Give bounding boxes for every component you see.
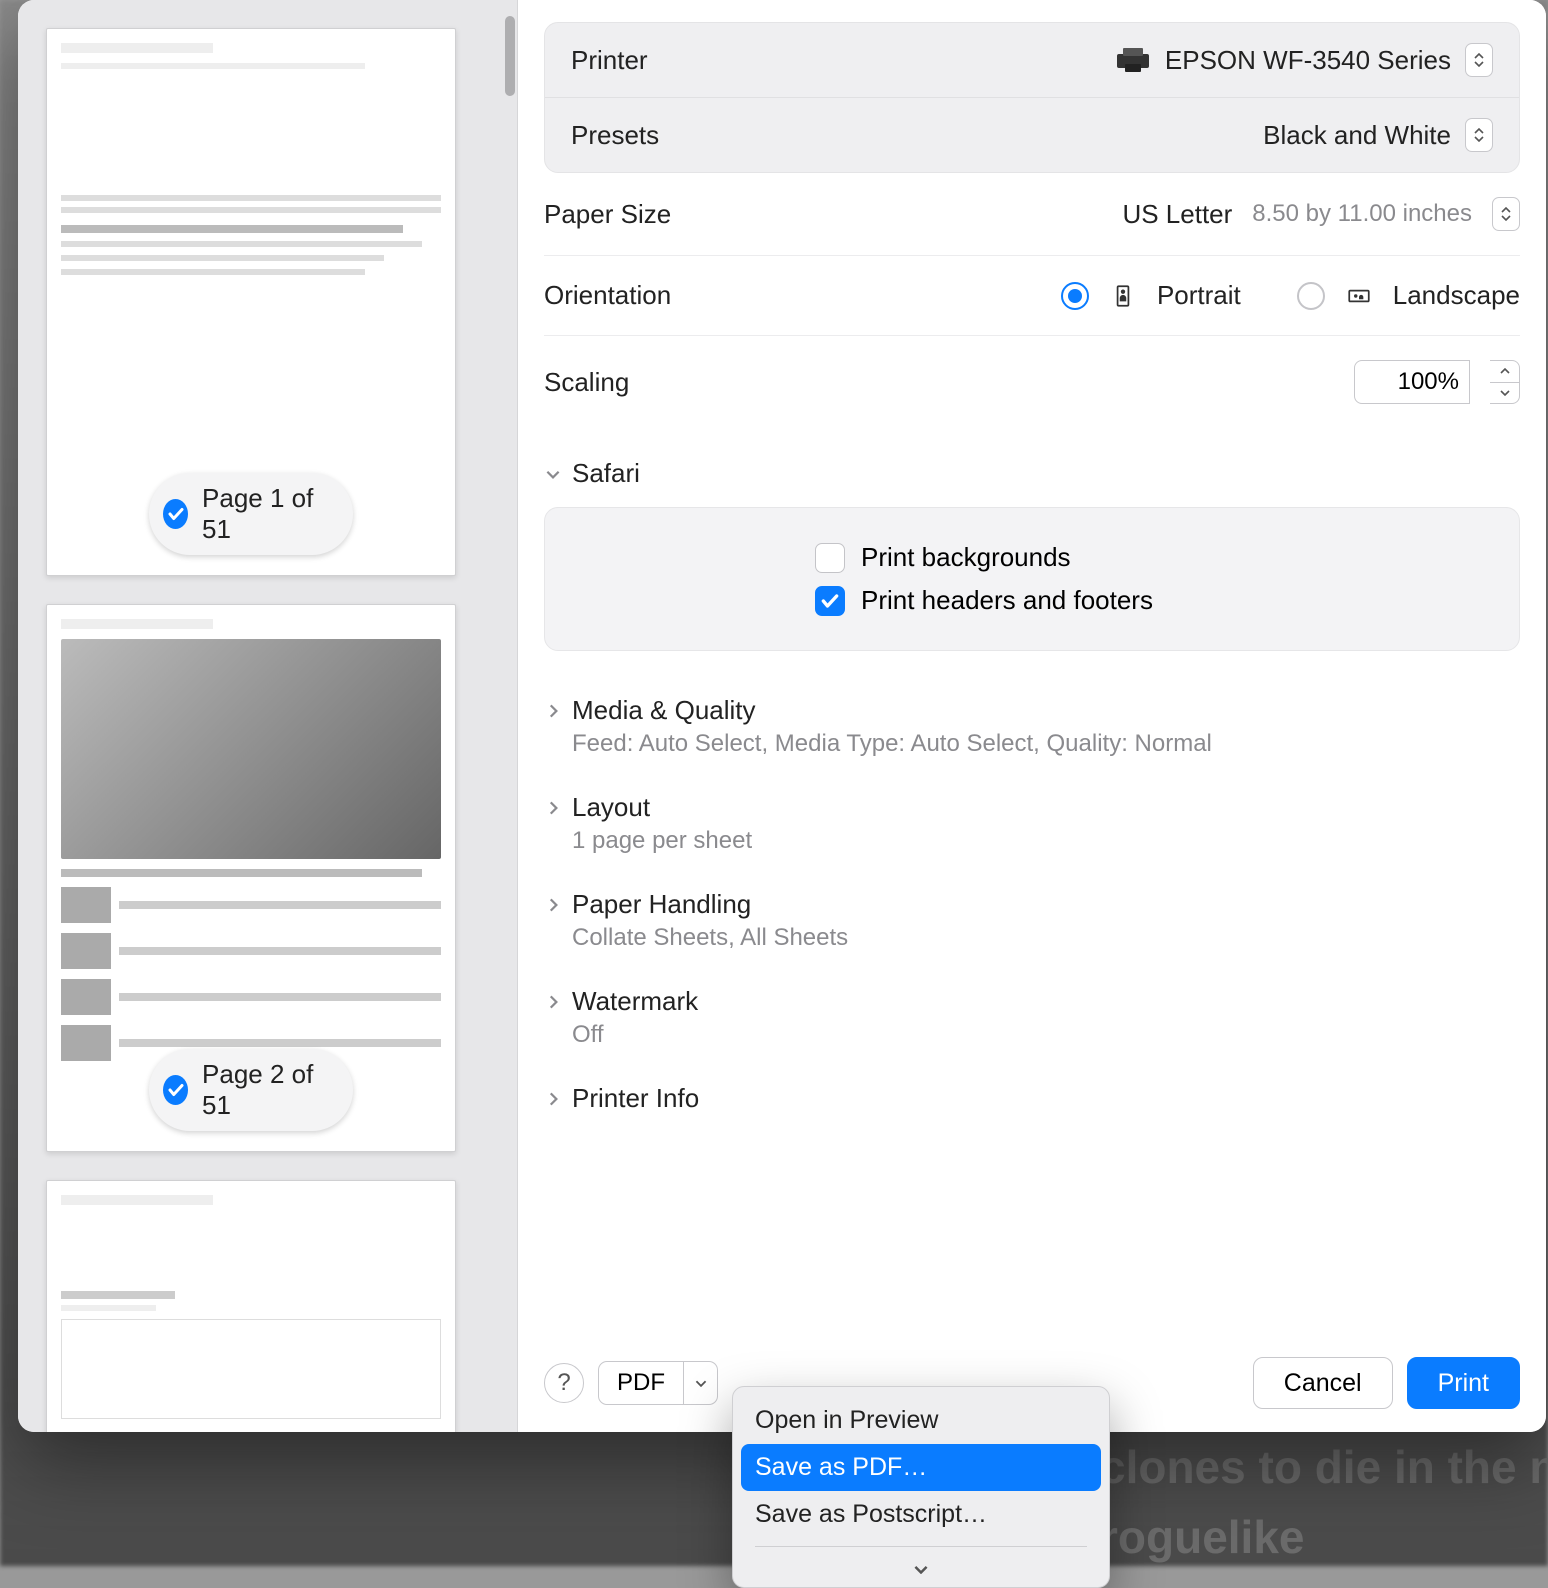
orientation-label: Orientation (544, 280, 804, 311)
sidebar-scrollbar[interactable] (505, 16, 515, 96)
paper-size-value: US Letter (1122, 199, 1232, 230)
thumbnail-content (47, 605, 455, 1075)
pdf-menu-button[interactable]: PDF (598, 1361, 718, 1405)
paper-size-label: Paper Size (544, 199, 804, 230)
print-settings-panel: Printer EPSON WF-3540 Series Presets (518, 0, 1546, 1432)
cancel-button[interactable]: Cancel (1253, 1357, 1393, 1409)
page-badge-label: Page 1 of 51 (202, 483, 325, 545)
safari-title: Safari (572, 458, 640, 489)
watermark-section: Watermark Off (544, 970, 1520, 1067)
safari-options: Print backgrounds Print headers and foot… (544, 507, 1520, 651)
print-headers-checkbox[interactable] (815, 586, 845, 616)
background-text-2: roguelike (1100, 1510, 1305, 1564)
stepper-icon (1465, 43, 1493, 77)
landscape-label: Landscape (1393, 280, 1520, 311)
check-icon (163, 1075, 188, 1105)
printer-info-toggle[interactable]: Printer Info (544, 1083, 1520, 1114)
preview-sidebar: Page 1 of 51 Page 2 of 51 (18, 0, 518, 1432)
presets-row: Presets Black and White (545, 97, 1519, 172)
media-quality-title: Media & Quality (572, 695, 756, 726)
settings-list: Paper Size US Letter 8.50 by 11.00 inche… (518, 173, 1546, 1432)
background-text-1: clones to die in the new W (1100, 1440, 1548, 1494)
paper-size-selector[interactable]: US Letter 8.50 by 11.00 inches (804, 197, 1520, 231)
safari-section-header[interactable]: Safari (544, 428, 1520, 507)
stepper-icon (1492, 197, 1520, 231)
paper-handling-section: Paper Handling Collate Sheets, All Sheet… (544, 873, 1520, 970)
print-backgrounds-label: Print backgrounds (861, 542, 1071, 573)
media-quality-sub: Feed: Auto Select, Media Type: Auto Sele… (572, 730, 1520, 758)
printer-info-title: Printer Info (572, 1083, 699, 1114)
presets-label: Presets (571, 120, 659, 151)
page-thumbnail-1[interactable]: Page 1 of 51 (46, 28, 456, 576)
menu-save-as-postscript[interactable]: Save as Postscript… (733, 1491, 1109, 1538)
watermark-toggle[interactable]: Watermark (544, 986, 1520, 1017)
page-badge-1[interactable]: Page 1 of 51 (149, 473, 353, 555)
print-headers-label: Print headers and footers (861, 585, 1153, 616)
print-backgrounds-checkbox[interactable] (815, 543, 845, 573)
scaling-input[interactable] (1354, 360, 1470, 404)
portrait-radio[interactable] (1061, 282, 1089, 310)
chevron-right-icon (544, 896, 562, 914)
stepper-icon (1465, 118, 1493, 152)
paper-handling-sub: Collate Sheets, All Sheets (572, 924, 1520, 952)
landscape-icon (1345, 282, 1373, 310)
printer-info-section: Printer Info (544, 1067, 1520, 1132)
scaling-label: Scaling (544, 367, 804, 398)
menu-open-preview[interactable]: Open in Preview (733, 1397, 1109, 1444)
presets-value: Black and White (1263, 120, 1451, 151)
printer-row: Printer EPSON WF-3540 Series (545, 23, 1519, 97)
printer-selector[interactable]: EPSON WF-3540 Series (1115, 43, 1493, 77)
page-badge-label: Page 2 of 51 (202, 1059, 325, 1121)
watermark-title: Watermark (572, 986, 698, 1017)
help-button[interactable]: ? (544, 1363, 584, 1403)
print-backgrounds-row: Print backgrounds (575, 536, 1489, 579)
portrait-label: Portrait (1157, 280, 1241, 311)
menu-separator (755, 1546, 1087, 1547)
menu-more-icon[interactable] (733, 1555, 1109, 1581)
media-quality-toggle[interactable]: Media & Quality (544, 695, 1520, 726)
chevron-down-icon (684, 1361, 718, 1405)
check-icon (163, 499, 188, 529)
printer-value: EPSON WF-3540 Series (1165, 45, 1451, 76)
thumbnail-content (47, 1181, 455, 1432)
scaling-stepper[interactable] (1490, 360, 1520, 404)
scaling-row: Scaling (544, 336, 1520, 428)
page-badge-2[interactable]: Page 2 of 51 (149, 1049, 353, 1131)
print-dialog: Page 1 of 51 Page 2 of 51 (18, 0, 1546, 1432)
pdf-label: PDF (598, 1361, 684, 1405)
layout-title: Layout (572, 792, 650, 823)
paper-size-detail: 8.50 by 11.00 inches (1252, 200, 1472, 228)
chevron-up-icon (1490, 361, 1519, 382)
chevron-down-icon (1490, 382, 1519, 404)
menu-save-as-pdf[interactable]: Save as PDF… (741, 1444, 1101, 1491)
printer-header: Printer EPSON WF-3540 Series Presets (544, 22, 1520, 173)
chevron-right-icon (544, 993, 562, 1011)
page-thumbnail-2[interactable]: Page 2 of 51 (46, 604, 456, 1152)
printer-label: Printer (571, 45, 648, 76)
print-headers-row: Print headers and footers (575, 579, 1489, 622)
print-button[interactable]: Print (1407, 1357, 1520, 1409)
layout-section: Layout 1 page per sheet (544, 776, 1520, 873)
chevron-down-icon (544, 465, 562, 483)
chevron-right-icon (544, 1090, 562, 1108)
watermark-sub: Off (572, 1021, 1520, 1049)
thumbnail-content (47, 29, 455, 289)
chevron-right-icon (544, 799, 562, 817)
printer-icon (1115, 46, 1151, 74)
presets-selector[interactable]: Black and White (1263, 118, 1493, 152)
orientation-row: Orientation Portrait Landscape (544, 256, 1520, 336)
chevron-right-icon (544, 702, 562, 720)
portrait-icon (1109, 282, 1137, 310)
media-quality-section: Media & Quality Feed: Auto Select, Media… (544, 679, 1520, 776)
page-thumbnail-3[interactable] (46, 1180, 456, 1432)
layout-sub: 1 page per sheet (572, 827, 1520, 855)
layout-toggle[interactable]: Layout (544, 792, 1520, 823)
pdf-dropdown-menu: Open in Preview Save as PDF… Save as Pos… (732, 1386, 1110, 1588)
paper-handling-toggle[interactable]: Paper Handling (544, 889, 1520, 920)
landscape-radio[interactable] (1297, 282, 1325, 310)
paper-size-row: Paper Size US Letter 8.50 by 11.00 inche… (544, 173, 1520, 256)
accordion: Media & Quality Feed: Auto Select, Media… (544, 663, 1520, 1140)
paper-handling-title: Paper Handling (572, 889, 751, 920)
